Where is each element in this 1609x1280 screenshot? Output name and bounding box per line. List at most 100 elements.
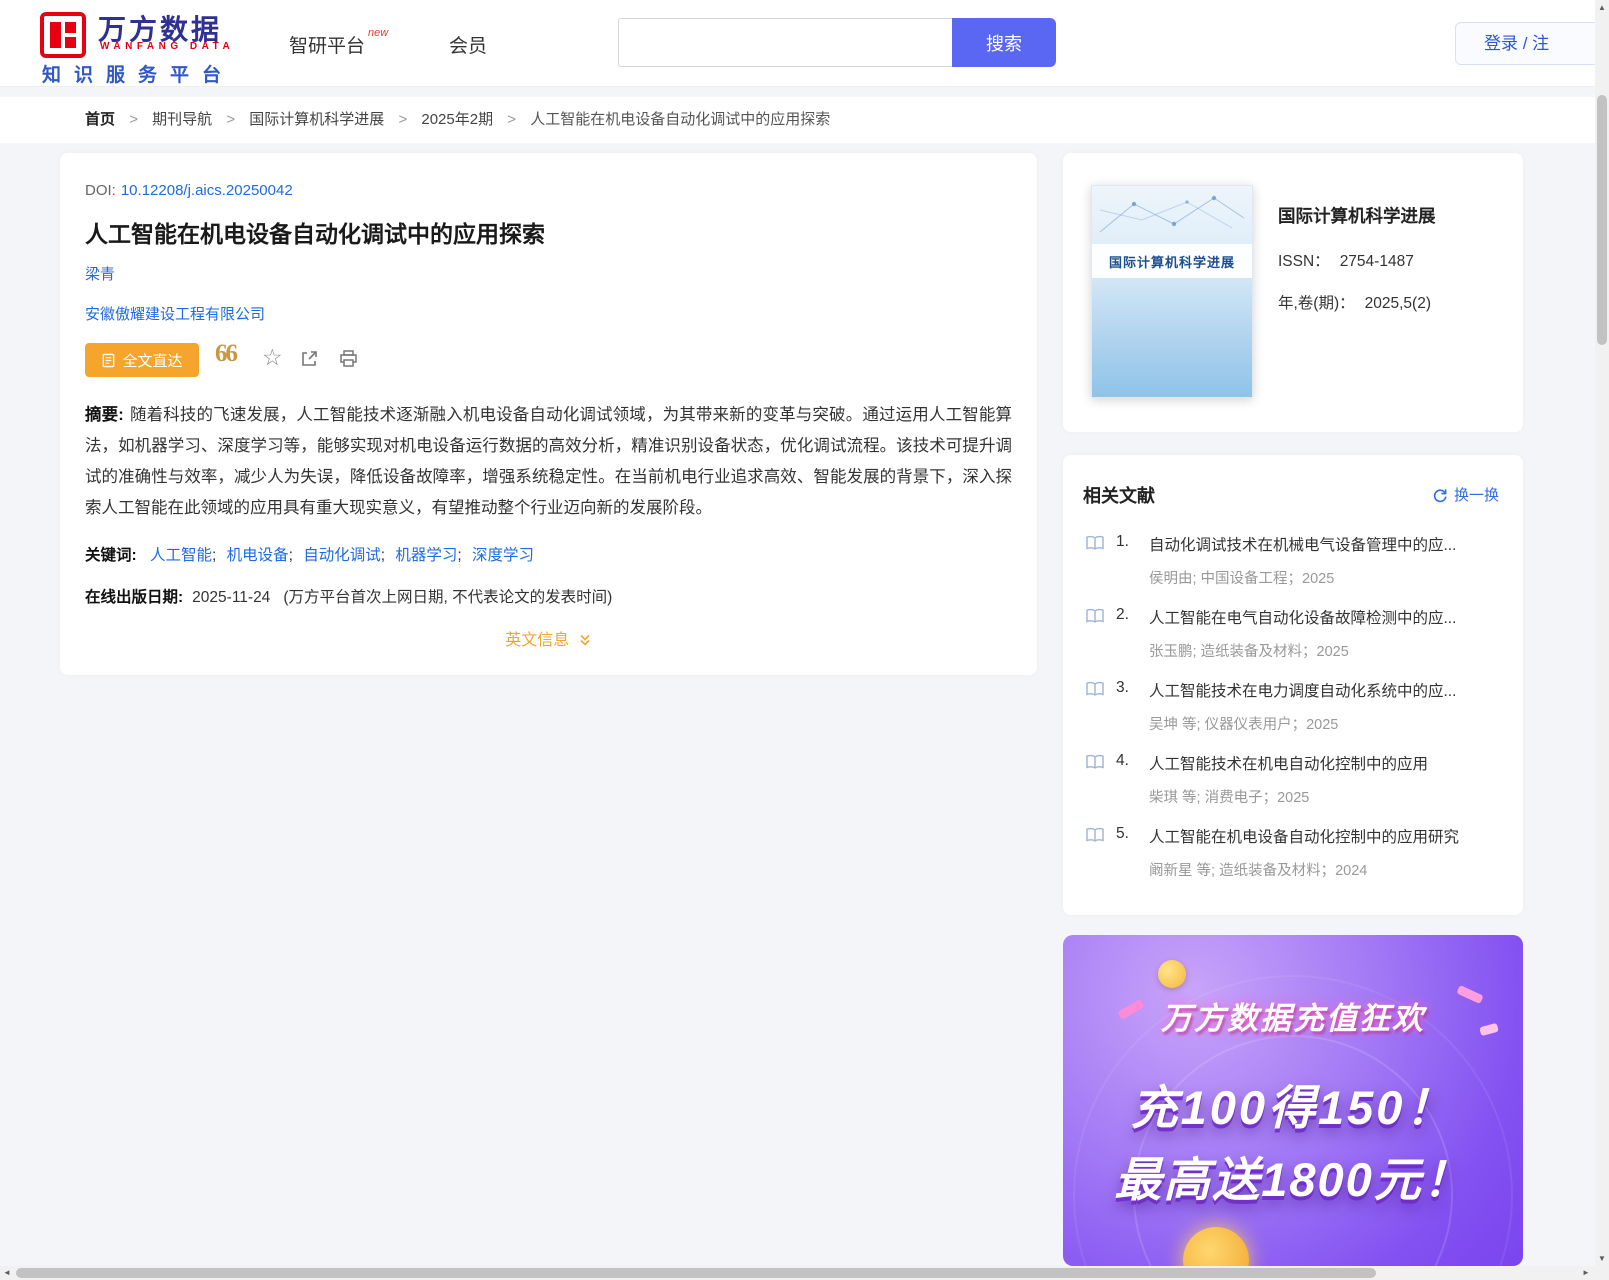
print-icon[interactable] bbox=[339, 349, 358, 373]
volume-value: 2025,5(2) bbox=[1365, 295, 1431, 312]
fulltext-button-label: 全文直达 bbox=[122, 350, 182, 371]
fulltext-button[interactable]: 全文直达 bbox=[85, 343, 199, 377]
horizontal-scrollbar-thumb[interactable] bbox=[16, 1268, 1376, 1278]
wanfang-logo-icon bbox=[40, 12, 86, 58]
related-literature-card: 相关文献 换一换 1. 自动化调试技术在机械电气设备管理中的应... 侯明由; … bbox=[1063, 455, 1523, 915]
banner-title: 万方数据充值狂欢 bbox=[1063, 993, 1523, 1038]
affiliation-link[interactable]: 安徽傲耀建设工程有限公司 bbox=[85, 303, 265, 324]
related-item-title[interactable]: 人工智能在电气自动化设备故障检测中的应... bbox=[1149, 606, 1456, 628]
cite-quote-icon[interactable]: 66 bbox=[215, 340, 236, 368]
keyword-separator: ; bbox=[289, 547, 293, 564]
related-index: 2. bbox=[1116, 606, 1129, 624]
related-item-meta: 张玉鹏; 造纸装备及材料；2025 bbox=[1149, 640, 1349, 661]
abstract: 摘要:随着科技的飞速发展，人工智能技术逐渐融入机电设备自动化调试领域，为其带来新… bbox=[85, 400, 1012, 524]
related-item-meta: 阚新星 等; 造纸装备及材料；2024 bbox=[1149, 859, 1367, 880]
header: 万方数据 WANFANG DATA 知识服务平台 智研平台new 会员 搜索 登… bbox=[0, 0, 1595, 87]
breadcrumb-journal[interactable]: 国际计算机科学进展 bbox=[249, 111, 384, 128]
nav-item-member[interactable]: 会员 bbox=[449, 31, 487, 58]
doi-label: DOI: bbox=[85, 182, 116, 199]
journal-cover-title: 国际计算机科学进展 bbox=[1092, 244, 1252, 278]
nav-item-zhiyan-label: 智研平台 bbox=[289, 36, 365, 57]
publish-date-note: (万方平台首次上网日期, 不代表论文的发表时间) bbox=[283, 589, 612, 606]
keyword-link[interactable]: 人工智能 bbox=[150, 547, 212, 564]
keyword-link[interactable]: 自动化调试 bbox=[303, 547, 381, 564]
issn-value: 2754-1487 bbox=[1340, 253, 1414, 270]
abstract-text: 随着科技的飞速发展，人工智能技术逐渐融入机电设备自动化调试领域，为其带来新的变革… bbox=[85, 406, 1012, 517]
chevron-double-down-icon bbox=[578, 633, 592, 647]
related-index: 4. bbox=[1116, 752, 1129, 770]
doi-link[interactable]: 10.12208/j.aics.20250042 bbox=[121, 182, 293, 199]
breadcrumb-current: 人工智能在机电设备自动化调试中的应用探索 bbox=[530, 111, 830, 128]
keyword-separator: ; bbox=[457, 547, 461, 564]
horizontal-scrollbar[interactable]: ◄ ► bbox=[0, 1266, 1609, 1280]
fulltext-doc-icon bbox=[101, 353, 116, 368]
related-item-title[interactable]: 自动化调试技术在机械电气设备管理中的应... bbox=[1149, 533, 1456, 555]
recharge-promo-banner[interactable]: 万方数据充值狂欢 充100得150！ 最高送1800元！ bbox=[1063, 935, 1523, 1266]
related-item: 1. 自动化调试技术在机械电气设备管理中的应... 侯明由; 中国设备工程；20… bbox=[1083, 533, 1513, 606]
journal-card: 国际计算机科学进展 国际计算机科学进展 ISSN： 2754-1487 年,卷(期… bbox=[1063, 153, 1523, 432]
nav-item-zhiyan[interactable]: 智研平台new bbox=[289, 31, 385, 58]
book-icon bbox=[1085, 681, 1105, 702]
journal-cover[interactable]: 国际计算机科学进展 bbox=[1091, 185, 1253, 398]
publish-date-row: 在线出版日期: 2025-11-24 (万方平台首次上网日期, 不代表论文的发表时间… bbox=[85, 585, 612, 607]
article-title: 人工智能在机电设备自动化调试中的应用探索 bbox=[85, 215, 545, 249]
keyword-link[interactable]: 机器学习 bbox=[395, 547, 457, 564]
wanfang-logo[interactable]: 万方数据 WANFANG DATA 知识服务平台 bbox=[40, 8, 280, 82]
share-icon[interactable] bbox=[300, 349, 319, 373]
scroll-right-arrow-icon[interactable]: ► bbox=[1579, 1266, 1593, 1280]
related-index: 1. bbox=[1116, 533, 1129, 551]
keywords-row: 关键词: 人工智能; 机电设备; 自动化调试; 机器学习; 深度学习 bbox=[85, 543, 534, 565]
related-item-title[interactable]: 人工智能在机电设备自动化控制中的应用研究 bbox=[1149, 825, 1459, 847]
banner-offer-line: 最高送1800元！ bbox=[1063, 1141, 1523, 1210]
refresh-label: 换一换 bbox=[1454, 484, 1499, 505]
keyword-link[interactable]: 机电设备 bbox=[227, 547, 289, 564]
favorite-star-icon[interactable]: ☆ bbox=[262, 344, 283, 371]
publish-date-label: 在线出版日期: bbox=[85, 589, 183, 606]
related-item: 3. 人工智能技术在电力调度自动化系统中的应... 吴坤 等; 仪器仪表用户；2… bbox=[1083, 679, 1513, 752]
keywords-label: 关键词: bbox=[85, 547, 137, 564]
related-item-title[interactable]: 人工智能技术在电力调度自动化系统中的应... bbox=[1149, 679, 1456, 701]
coin-icon bbox=[1158, 960, 1186, 988]
brand-subtitle: 知识服务平台 bbox=[42, 60, 234, 87]
search-bar: 搜索 bbox=[618, 18, 1056, 67]
scroll-left-arrow-icon[interactable]: ◄ bbox=[0, 1266, 14, 1280]
english-info-label: 英文信息 bbox=[505, 632, 569, 649]
breadcrumb-separator: > bbox=[129, 111, 138, 128]
related-item-meta: 侯明由; 中国设备工程；2025 bbox=[1149, 567, 1334, 588]
search-input[interactable] bbox=[618, 18, 952, 67]
keyword-link[interactable]: 深度学习 bbox=[472, 547, 534, 564]
journal-volume-row: 年,卷(期)： 2025,5(2) bbox=[1278, 291, 1431, 313]
search-button[interactable]: 搜索 bbox=[952, 18, 1056, 67]
breadcrumb: 首页 > 期刊导航 > 国际计算机科学进展 > 2025年2期 > 人工智能在机… bbox=[0, 97, 1595, 143]
login-register-button[interactable]: 登录 / 注 bbox=[1455, 22, 1609, 65]
related-item: 2. 人工智能在电气自动化设备故障检测中的应... 张玉鹏; 造纸装备及材料；2… bbox=[1083, 606, 1513, 679]
author-link[interactable]: 梁青 bbox=[85, 263, 115, 284]
related-item-meta: 柴琪 等; 消费电子；2025 bbox=[1149, 786, 1309, 807]
breadcrumb-journal-nav[interactable]: 期刊导航 bbox=[152, 111, 212, 128]
scroll-down-arrow-icon[interactable]: ▼ bbox=[1595, 1254, 1609, 1263]
journal-name[interactable]: 国际计算机科学进展 bbox=[1278, 203, 1436, 228]
article-card: DOI: 10.12208/j.aics.20250042 人工智能在机电设备自动… bbox=[60, 153, 1037, 675]
english-info-toggle[interactable]: 英文信息 bbox=[60, 626, 1037, 650]
refresh-icon bbox=[1432, 487, 1448, 503]
brand-name-en: WANFANG DATA bbox=[100, 41, 234, 52]
breadcrumb-separator: > bbox=[507, 111, 516, 128]
related-item-meta: 吴坤 等; 仪器仪表用户；2025 bbox=[1149, 713, 1338, 734]
breadcrumb-home[interactable]: 首页 bbox=[85, 111, 115, 128]
publish-date: 2025-11-24 bbox=[192, 589, 270, 606]
scroll-up-arrow-icon[interactable]: ▲ bbox=[1595, 3, 1609, 12]
issn-label: ISSN： bbox=[1278, 253, 1330, 270]
book-icon bbox=[1085, 608, 1105, 629]
related-item-title[interactable]: 人工智能技术在机电自动化控制中的应用 bbox=[1149, 752, 1428, 774]
refresh-related-button[interactable]: 换一换 bbox=[1432, 484, 1499, 505]
vertical-scrollbar-thumb[interactable] bbox=[1597, 95, 1607, 345]
book-icon bbox=[1085, 827, 1105, 848]
abstract-label: 摘要: bbox=[85, 406, 124, 424]
breadcrumb-separator: > bbox=[226, 111, 235, 128]
breadcrumb-issue[interactable]: 2025年2期 bbox=[421, 111, 493, 128]
volume-label: 年,卷(期)： bbox=[1278, 295, 1355, 312]
keyword-separator: ; bbox=[212, 547, 216, 564]
new-badge: new bbox=[368, 27, 388, 39]
banner-offer-line: 充100得150！ bbox=[1063, 1069, 1523, 1138]
vertical-scrollbar[interactable]: ▲ ▼ bbox=[1595, 0, 1609, 1266]
